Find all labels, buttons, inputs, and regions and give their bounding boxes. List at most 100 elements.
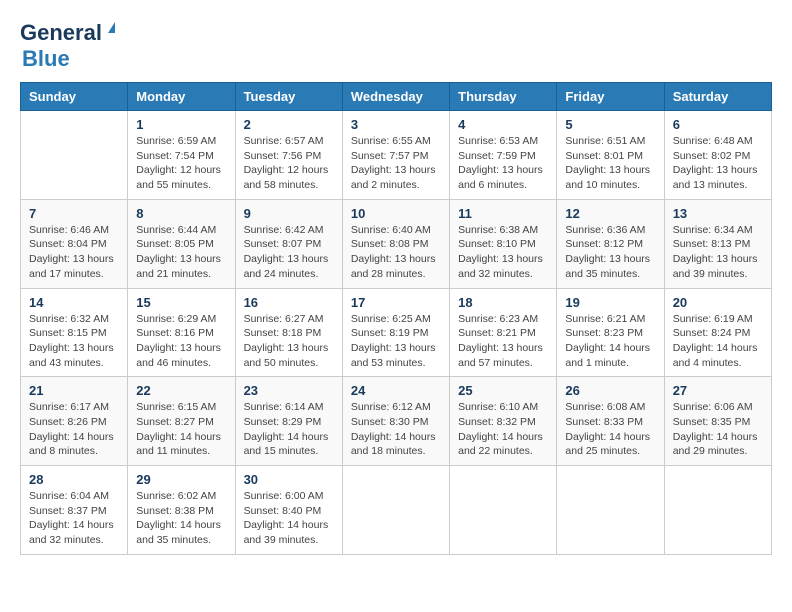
day-number: 18: [458, 295, 548, 310]
calendar-cell: 30 Sunrise: 6:00 AM Sunset: 8:40 PM Dayli…: [235, 466, 342, 555]
calendar-cell: 21Sunrise: 6:17 AM Sunset: 8:26 PM Dayli…: [21, 377, 128, 466]
day-number: 29: [136, 472, 226, 487]
weekday-header-sunday: Sunday: [21, 83, 128, 111]
day-number: 17: [351, 295, 441, 310]
calendar-cell: 15 Sunrise: 6:29 AM Sunset: 8:16 PM Dayli…: [128, 288, 235, 377]
day-info: Sunrise: 6:23 AM Sunset: 8:21 PM Dayligh…: [458, 312, 548, 371]
calendar-table: SundayMondayTuesdayWednesdayThursdayFrid…: [20, 82, 772, 555]
day-number: 22: [136, 383, 226, 398]
day-number: 26: [565, 383, 655, 398]
calendar-cell: 6 Sunrise: 6:48 AM Sunset: 8:02 PM Daylig…: [664, 111, 771, 200]
day-number: 24: [351, 383, 441, 398]
calendar-cell: [450, 466, 557, 555]
day-number: 5: [565, 117, 655, 132]
day-info: Sunrise: 6:10 AM Sunset: 8:32 PM Dayligh…: [458, 400, 548, 459]
calendar-cell: 18 Sunrise: 6:23 AM Sunset: 8:21 PM Dayli…: [450, 288, 557, 377]
day-info: Sunrise: 6:59 AM Sunset: 7:54 PM Dayligh…: [136, 134, 226, 193]
weekday-header-tuesday: Tuesday: [235, 83, 342, 111]
day-info: Sunrise: 6:21 AM Sunset: 8:23 PM Dayligh…: [565, 312, 655, 371]
day-number: 28: [29, 472, 119, 487]
page-header: General Blue: [20, 20, 772, 72]
day-info: Sunrise: 6:29 AM Sunset: 8:16 PM Dayligh…: [136, 312, 226, 371]
day-info: Sunrise: 6:00 AM Sunset: 8:40 PM Dayligh…: [244, 489, 334, 548]
day-number: 20: [673, 295, 763, 310]
day-info: Sunrise: 6:36 AM Sunset: 8:12 PM Dayligh…: [565, 223, 655, 282]
calendar-cell: 27 Sunrise: 6:06 AM Sunset: 8:35 PM Dayli…: [664, 377, 771, 466]
day-info: Sunrise: 6:55 AM Sunset: 7:57 PM Dayligh…: [351, 134, 441, 193]
day-info: Sunrise: 6:38 AM Sunset: 8:10 PM Dayligh…: [458, 223, 548, 282]
logo-blue: Blue: [22, 46, 70, 72]
calendar-cell: 1 Sunrise: 6:59 AM Sunset: 7:54 PM Daylig…: [128, 111, 235, 200]
calendar-cell: 9Sunrise: 6:42 AM Sunset: 8:07 PM Daylig…: [235, 199, 342, 288]
calendar-cell: 4Sunrise: 6:53 AM Sunset: 7:59 PM Daylig…: [450, 111, 557, 200]
day-info: Sunrise: 6:02 AM Sunset: 8:38 PM Dayligh…: [136, 489, 226, 548]
calendar-cell: 28 Sunrise: 6:04 AM Sunset: 8:37 PM Dayli…: [21, 466, 128, 555]
day-info: Sunrise: 6:57 AM Sunset: 7:56 PM Dayligh…: [244, 134, 334, 193]
day-info: Sunrise: 6:40 AM Sunset: 8:08 PM Dayligh…: [351, 223, 441, 282]
day-number: 27: [673, 383, 763, 398]
weekday-header-saturday: Saturday: [664, 83, 771, 111]
day-info: Sunrise: 6:46 AM Sunset: 8:04 PM Dayligh…: [29, 223, 119, 282]
calendar-cell: [21, 111, 128, 200]
day-info: Sunrise: 6:51 AM Sunset: 8:01 PM Dayligh…: [565, 134, 655, 193]
calendar-cell: 22 Sunrise: 6:15 AM Sunset: 8:27 PM Dayli…: [128, 377, 235, 466]
calendar-cell: 20 Sunrise: 6:19 AM Sunset: 8:24 PM Dayli…: [664, 288, 771, 377]
weekday-header-thursday: Thursday: [450, 83, 557, 111]
day-number: 1: [136, 117, 226, 132]
day-number: 3: [351, 117, 441, 132]
weekday-header-friday: Friday: [557, 83, 664, 111]
day-number: 14: [29, 295, 119, 310]
day-info: Sunrise: 6:48 AM Sunset: 8:02 PM Dayligh…: [673, 134, 763, 193]
day-info: Sunrise: 6:17 AM Sunset: 8:26 PM Dayligh…: [29, 400, 119, 459]
day-number: 2: [244, 117, 334, 132]
calendar-cell: [557, 466, 664, 555]
weekday-header-monday: Monday: [128, 83, 235, 111]
day-info: Sunrise: 6:06 AM Sunset: 8:35 PM Dayligh…: [673, 400, 763, 459]
day-info: Sunrise: 6:44 AM Sunset: 8:05 PM Dayligh…: [136, 223, 226, 282]
day-number: 16: [244, 295, 334, 310]
day-number: 25: [458, 383, 548, 398]
calendar-cell: 17 Sunrise: 6:25 AM Sunset: 8:19 PM Dayli…: [342, 288, 449, 377]
calendar-cell: 7 Sunrise: 6:46 AM Sunset: 8:04 PM Daylig…: [21, 199, 128, 288]
calendar-cell: 19 Sunrise: 6:21 AM Sunset: 8:23 PM Dayli…: [557, 288, 664, 377]
day-number: 15: [136, 295, 226, 310]
day-info: Sunrise: 6:08 AM Sunset: 8:33 PM Dayligh…: [565, 400, 655, 459]
calendar-cell: 10 Sunrise: 6:40 AM Sunset: 8:08 PM Dayli…: [342, 199, 449, 288]
day-info: Sunrise: 6:19 AM Sunset: 8:24 PM Dayligh…: [673, 312, 763, 371]
calendar-cell: 3 Sunrise: 6:55 AM Sunset: 7:57 PM Daylig…: [342, 111, 449, 200]
calendar-cell: 12Sunrise: 6:36 AM Sunset: 8:12 PM Dayli…: [557, 199, 664, 288]
day-info: Sunrise: 6:04 AM Sunset: 8:37 PM Dayligh…: [29, 489, 119, 548]
day-info: Sunrise: 6:32 AM Sunset: 8:15 PM Dayligh…: [29, 312, 119, 371]
day-number: 19: [565, 295, 655, 310]
weekday-header-wednesday: Wednesday: [342, 83, 449, 111]
calendar-cell: [664, 466, 771, 555]
calendar-week-row: 1 Sunrise: 6:59 AM Sunset: 7:54 PM Daylig…: [21, 111, 772, 200]
day-number: 11: [458, 206, 548, 221]
day-number: 7: [29, 206, 119, 221]
day-info: Sunrise: 6:12 AM Sunset: 8:30 PM Dayligh…: [351, 400, 441, 459]
day-number: 23: [244, 383, 334, 398]
calendar-week-row: 7 Sunrise: 6:46 AM Sunset: 8:04 PM Daylig…: [21, 199, 772, 288]
day-number: 13: [673, 206, 763, 221]
day-number: 30: [244, 472, 334, 487]
day-number: 10: [351, 206, 441, 221]
day-number: 8: [136, 206, 226, 221]
day-info: Sunrise: 6:53 AM Sunset: 7:59 PM Dayligh…: [458, 134, 548, 193]
calendar-cell: 11 Sunrise: 6:38 AM Sunset: 8:10 PM Dayli…: [450, 199, 557, 288]
calendar-cell: [342, 466, 449, 555]
calendar-cell: 8 Sunrise: 6:44 AM Sunset: 8:05 PM Daylig…: [128, 199, 235, 288]
day-info: Sunrise: 6:42 AM Sunset: 8:07 PM Dayligh…: [244, 223, 334, 282]
calendar-cell: 23Sunrise: 6:14 AM Sunset: 8:29 PM Dayli…: [235, 377, 342, 466]
calendar-cell: 5 Sunrise: 6:51 AM Sunset: 8:01 PM Daylig…: [557, 111, 664, 200]
calendar-cell: 14 Sunrise: 6:32 AM Sunset: 8:15 PM Dayli…: [21, 288, 128, 377]
day-number: 6: [673, 117, 763, 132]
calendar-cell: 29 Sunrise: 6:02 AM Sunset: 8:38 PM Dayli…: [128, 466, 235, 555]
day-info: Sunrise: 6:34 AM Sunset: 8:13 PM Dayligh…: [673, 223, 763, 282]
day-info: Sunrise: 6:15 AM Sunset: 8:27 PM Dayligh…: [136, 400, 226, 459]
calendar-cell: 16Sunrise: 6:27 AM Sunset: 8:18 PM Dayli…: [235, 288, 342, 377]
day-info: Sunrise: 6:25 AM Sunset: 8:19 PM Dayligh…: [351, 312, 441, 371]
calendar-cell: 2 Sunrise: 6:57 AM Sunset: 7:56 PM Daylig…: [235, 111, 342, 200]
calendar-cell: 24 Sunrise: 6:12 AM Sunset: 8:30 PM Dayli…: [342, 377, 449, 466]
weekday-header-row: SundayMondayTuesdayWednesdayThursdayFrid…: [21, 83, 772, 111]
calendar-week-row: 21Sunrise: 6:17 AM Sunset: 8:26 PM Dayli…: [21, 377, 772, 466]
